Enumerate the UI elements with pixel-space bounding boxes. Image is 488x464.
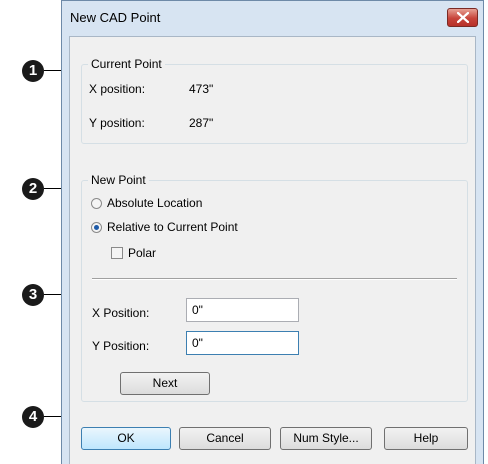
close-x-icon [457,12,469,23]
current-point-group: Current Point X position: 473" Y positio… [81,57,468,144]
callout-2: 2 [22,178,44,200]
next-button[interactable]: Next [120,372,210,395]
x-position-label: X position: [89,82,146,96]
y-position-input[interactable] [186,331,299,355]
y-position-value: 287" [189,116,214,130]
absolute-location-label[interactable]: Absolute Location [107,196,202,210]
screenshot-stage: 1 2 3 4 New CAD Point Current Point X po… [0,0,488,464]
x-position-input[interactable] [186,298,299,322]
new-point-group: New Point Absolute Location Relative to … [81,173,468,402]
new-cad-point-dialog: New CAD Point Current Point X position: … [61,0,484,464]
dialog-client-area: Current Point X position: 473" Y positio… [69,36,476,464]
dialog-title: New CAD Point [70,10,161,25]
new-x-position-label: X Position: [92,306,150,320]
cancel-button[interactable]: Cancel [179,427,271,450]
relative-location-label[interactable]: Relative to Current Point [107,220,238,234]
new-point-group-label: New Point [88,173,149,187]
new-y-position-label: Y Position: [92,339,150,353]
polar-checkbox[interactable] [111,247,123,259]
y-position-label: Y position: [89,116,145,130]
relative-location-radio[interactable] [91,222,102,233]
callout-3: 3 [22,284,44,306]
x-position-value: 473" [189,82,214,96]
title-bar[interactable]: New CAD Point [62,1,483,35]
num-style-button[interactable]: Num Style... [280,427,372,450]
callout-1: 1 [22,60,44,82]
current-point-group-label: Current Point [88,57,165,71]
absolute-location-radio[interactable] [91,198,102,209]
close-button[interactable] [447,8,478,27]
separator [92,278,457,280]
callout-4: 4 [22,406,44,428]
ok-button[interactable]: OK [81,427,171,450]
help-button[interactable]: Help [384,427,468,450]
polar-label[interactable]: Polar [128,246,156,260]
